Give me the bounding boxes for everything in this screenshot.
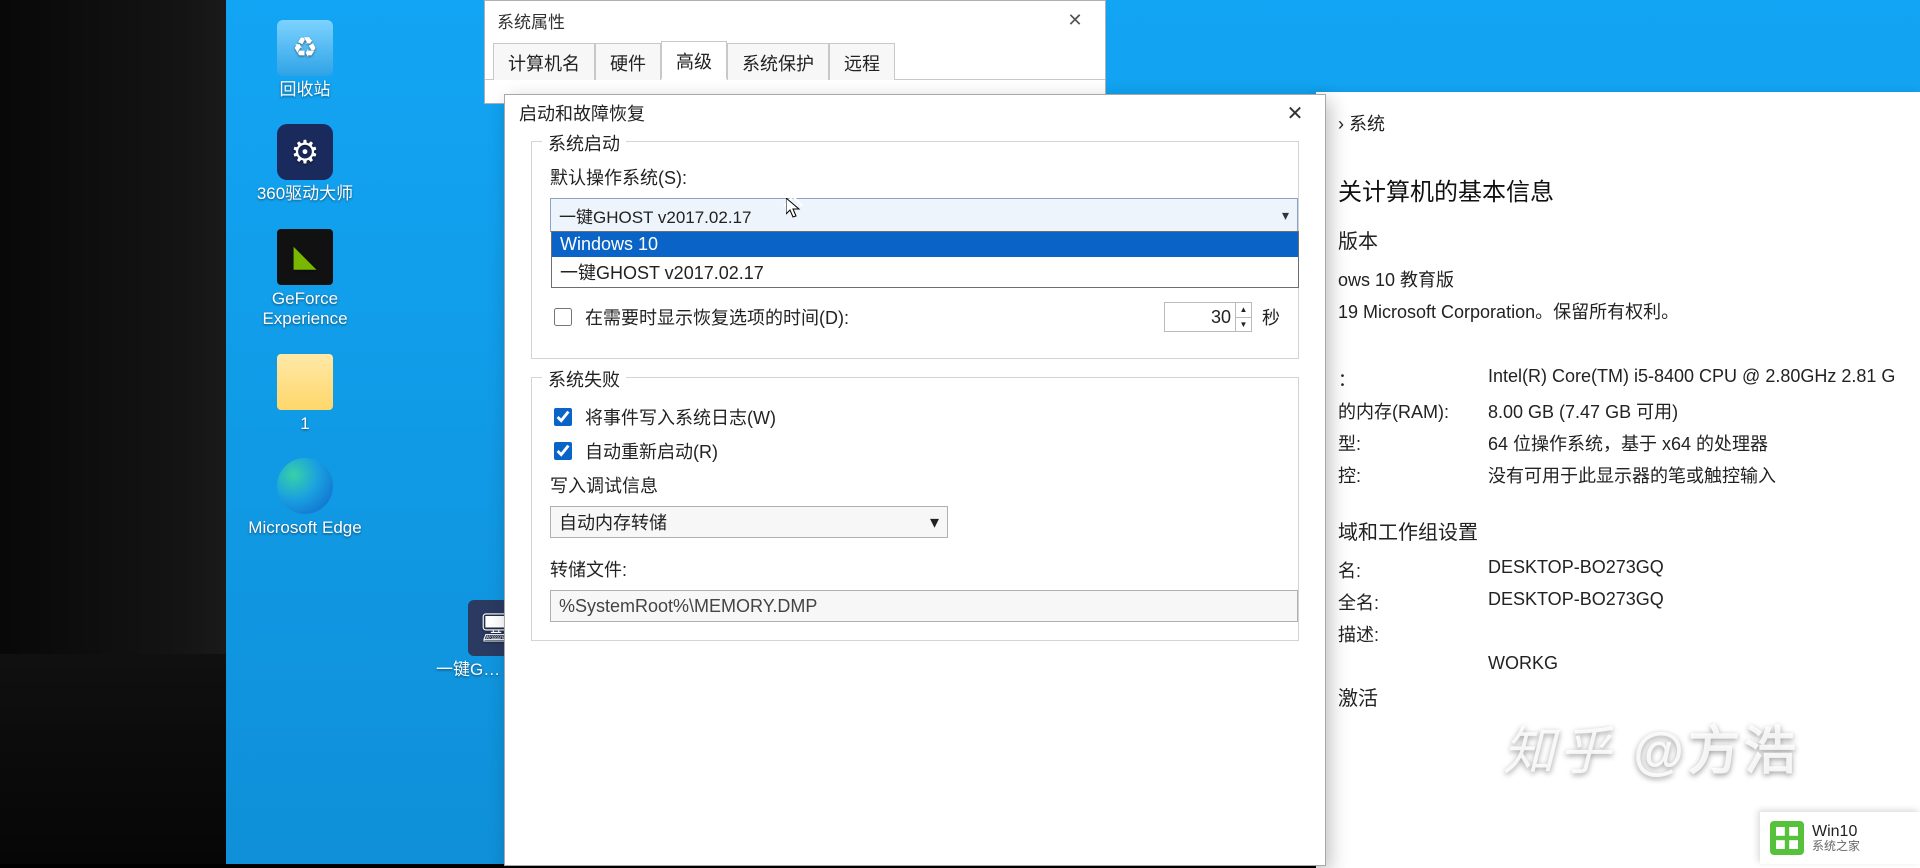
desktop-icon-edge[interactable]: Microsoft Edge <box>245 458 365 538</box>
auto-reboot-label: 自动重新启动(R) <box>585 438 718 464</box>
dump-file-value: %SystemRoot%\MEMORY.DMP <box>559 596 817 617</box>
windows-edition: ows 10 教育版 <box>1338 266 1898 292</box>
desktop-icon-label: Microsoft Edge <box>248 518 361 538</box>
os-option[interactable]: 一键GHOST v2017.02.17 <box>552 257 1298 287</box>
tab-硬件[interactable]: 硬件 <box>595 43 661 80</box>
recycle-bin-icon <box>277 20 333 76</box>
desktop-icon-label: 1 <box>300 414 309 434</box>
sys-row-key: 全名: <box>1338 589 1488 615</box>
badge-logo-icon <box>1770 821 1804 855</box>
tab-远程[interactable]: 远程 <box>829 43 895 80</box>
section-domain: 域和工作组设置 <box>1338 516 1898 545</box>
tab-系统保护[interactable]: 系统保护 <box>727 43 829 80</box>
os-option[interactable]: Windows 10 <box>552 232 1298 257</box>
default-os-select[interactable]: 一键GHOST v2017.02.17 ▾ Windows 10一键GHOST … <box>550 198 1298 232</box>
sys-row-key <box>1338 653 1488 674</box>
dump-file-label: 转储文件: <box>550 556 1280 582</box>
badge-line1: Win10 <box>1812 823 1857 840</box>
sys-row-value: DESKTOP-BO273GQ <box>1488 589 1898 615</box>
dump-file-input[interactable]: %SystemRoot%\MEMORY.DMP <box>550 590 1298 622</box>
show-recovery-checkbox[interactable] <box>554 308 572 326</box>
default-os-dropdown: Windows 10一键GHOST v2017.02.17 <box>551 231 1299 288</box>
sys-row-value: 64 位操作系统，基于 x64 的处理器 <box>1488 430 1898 456</box>
desktop-icon-folder-1[interactable]: 1 <box>245 354 365 434</box>
section-version: 版本 <box>1338 225 1898 254</box>
desktop-icon-recycle-bin[interactable]: 回收站 <box>245 20 365 100</box>
write-log-checkbox[interactable] <box>554 408 572 426</box>
default-os-label: 默认操作系统(S): <box>550 164 1280 190</box>
auto-reboot-checkbox[interactable] <box>554 442 572 460</box>
desktop-icon-label: GeForce Experience <box>245 289 365 330</box>
chevron-down-icon: ▾ <box>1282 207 1289 224</box>
sys-row-key: 名: <box>1338 557 1488 583</box>
360-driver-icon <box>277 124 333 180</box>
sys-row-key: 的内存(RAM): <box>1338 398 1488 424</box>
sys-row-key: 控: <box>1338 462 1488 488</box>
sys-row-key: 描述: <box>1338 621 1488 647</box>
sys-row-key: ： <box>1338 366 1488 392</box>
debug-info-label: 写入调试信息 <box>550 472 1280 498</box>
desktop-icon-label: 回收站 <box>280 80 331 100</box>
folder-1-icon <box>277 354 333 410</box>
site-badge: Win10系统之家 <box>1760 812 1920 864</box>
watermark: 知乎 @方浩 <box>1503 709 1800 784</box>
group-title-failure: 系统失败 <box>542 366 626 392</box>
sys-row-value: 8.00 GB (7.47 GB 可用) <box>1488 398 1898 424</box>
system-heading: 关计算机的基本信息 <box>1338 172 1898 207</box>
desktop-icon-label: 360驱动大师 <box>257 184 353 204</box>
show-recovery-label: 在需要时显示恢复选项的时间(D): <box>585 304 849 330</box>
group-system-failure: 系统失败 将事件写入系统日志(W) 自动重新启动(R) 写入调试信息 自动内存转… <box>531 377 1299 641</box>
seconds-unit: 秒 <box>1262 304 1280 330</box>
close-icon[interactable]: ✕ <box>1273 98 1317 128</box>
badge-line2: 系统之家 <box>1812 840 1860 853</box>
startup-recovery-dialog: 启动和故障恢复 ✕ 系统启动 默认操作系统(S): 一键GHOST v2017.… <box>504 94 1326 866</box>
debug-info-value: 自动内存转储 <box>559 509 667 535</box>
sys-row-value: Intel(R) Core(TM) i5-8400 CPU @ 2.80GHz … <box>1488 366 1898 392</box>
write-log-label: 将事件写入系统日志(W) <box>585 404 776 430</box>
default-os-value: 一键GHOST v2017.02.17 <box>559 203 751 228</box>
sys-row-value: 没有可用于此显示器的笔或触控输入 <box>1488 462 1898 488</box>
desktop-icon-geforce[interactable]: GeForce Experience <box>245 229 365 330</box>
recovery-seconds-input[interactable]: 30 ▲▼ <box>1164 302 1252 332</box>
sys-row-value: DESKTOP-BO273GQ <box>1488 557 1898 583</box>
spin-down-icon[interactable]: ▼ <box>1235 318 1251 332</box>
close-icon[interactable]: ✕ <box>1053 5 1097 35</box>
tab-计算机名[interactable]: 计算机名 <box>493 43 595 80</box>
edge-icon <box>277 458 333 514</box>
group-title-startup: 系统启动 <box>542 130 626 156</box>
system-properties-dialog: 系统属性 ✕ 计算机名硬件高级系统保护远程 <box>484 0 1106 104</box>
chevron-down-icon: ▾ <box>930 512 939 533</box>
tab-高级[interactable]: 高级 <box>661 41 727 80</box>
spin-up-icon[interactable]: ▲ <box>1235 303 1251 318</box>
sys-row-value <box>1488 621 1898 647</box>
recovery-seconds-value: 30 <box>1211 307 1231 328</box>
copyright: 19 Microsoft Corporation。保留所有权利。 <box>1338 298 1898 324</box>
group-system-startup: 系统启动 默认操作系统(S): 一键GHOST v2017.02.17 ▾ Wi… <box>531 141 1299 359</box>
section-activation: 激活 <box>1338 682 1898 711</box>
breadcrumb[interactable]: › 系统 <box>1338 110 1898 136</box>
geforce-icon <box>277 229 333 285</box>
debug-info-select[interactable]: 自动内存转储 ▾ <box>550 506 948 538</box>
sysprop-title: 系统属性 <box>497 8 565 33</box>
sys-row-key: 型: <box>1338 430 1488 456</box>
startup-dialog-title: 启动和故障恢复 <box>519 100 645 126</box>
sys-row-value: WORKG <box>1488 653 1898 674</box>
desktop-icon-360-driver[interactable]: 360驱动大师 <box>245 124 365 204</box>
